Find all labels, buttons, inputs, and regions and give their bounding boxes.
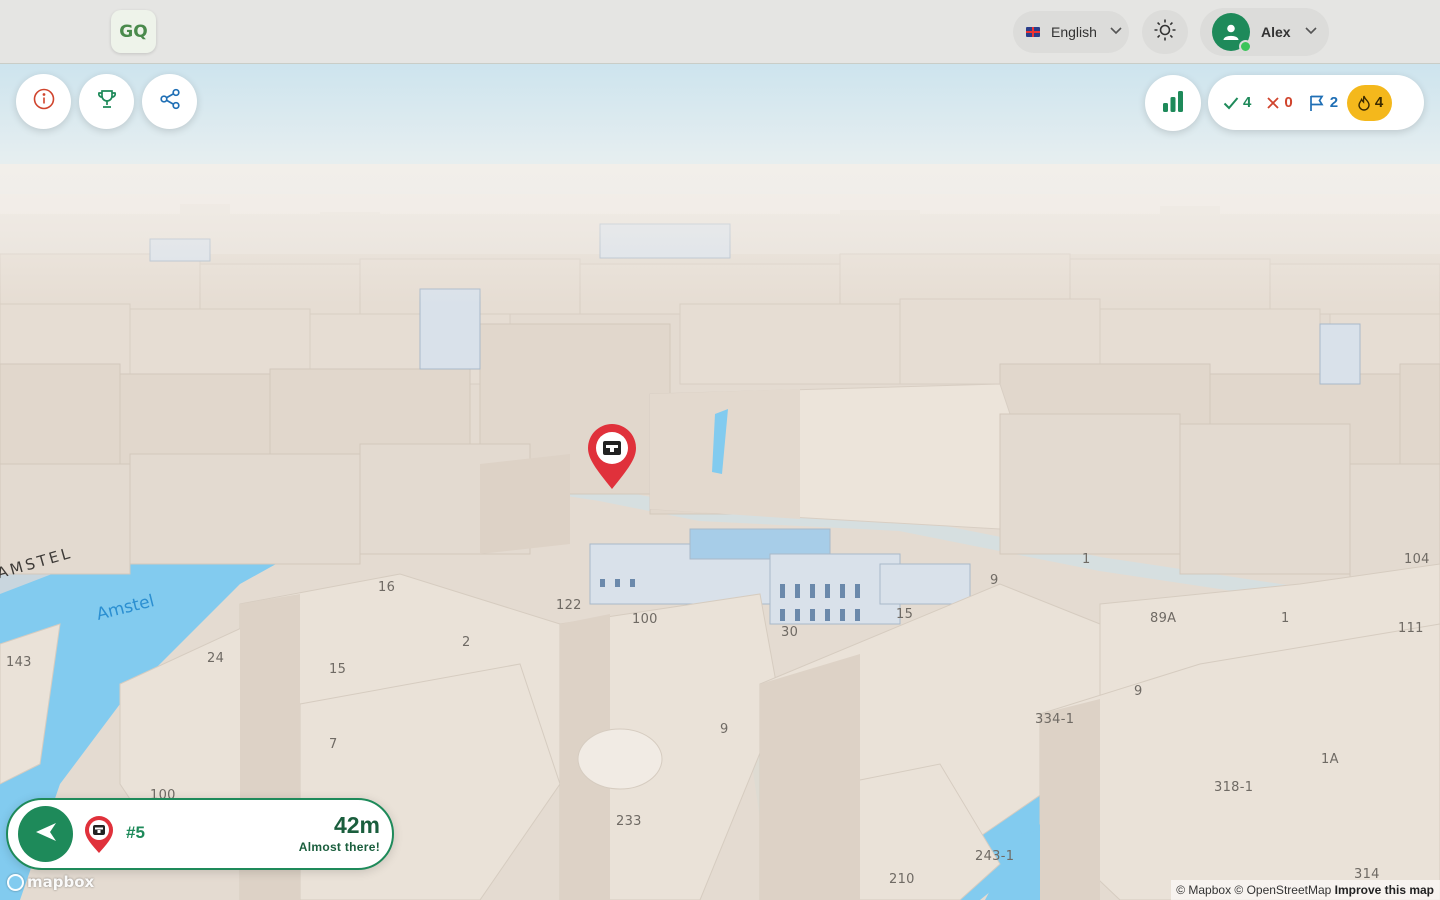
chevron-down-icon (1110, 26, 1122, 38)
streak-badge: 4 (1347, 84, 1393, 121)
house-number: 100 (632, 612, 658, 627)
house-number: 7 (329, 737, 338, 752)
theme-toggle-button[interactable] (1142, 10, 1188, 54)
share-icon (158, 87, 182, 116)
user-name: Alex (1261, 24, 1291, 40)
mapbox-icon (7, 873, 24, 891)
proximity-status: Almost there! (298, 840, 380, 854)
house-number: 9 (990, 573, 999, 588)
sun-icon (1153, 18, 1177, 47)
share-button[interactable] (142, 74, 197, 129)
avatar (1212, 13, 1252, 53)
check-icon (1223, 96, 1239, 109)
house-number: 334-1 (1035, 712, 1075, 727)
wrong-count: 0 (1266, 94, 1293, 111)
target-number: #5 (126, 823, 145, 842)
map-canvas[interactable]: AMSTEL Amstel 16 122 100 30 15 9 1 89A 1… (0, 64, 1440, 900)
cross-icon (1267, 96, 1279, 109)
logo-text: GQ (119, 21, 148, 42)
house-number: 243-1 (975, 849, 1015, 864)
wrong-value: 0 (1284, 94, 1293, 111)
house-number: 210 (889, 872, 915, 887)
house-number: 30 (781, 625, 799, 640)
house-number: 1 (1281, 611, 1290, 626)
user-icon (1223, 24, 1239, 40)
house-number: 15 (896, 607, 914, 622)
house-number: 1A (1321, 752, 1339, 767)
uk-flag-icon (1026, 27, 1040, 37)
flame-icon (1358, 95, 1370, 111)
attribution-text[interactable]: © Mapbox © OpenStreetMap (1176, 883, 1331, 897)
info-icon (32, 87, 56, 116)
flag-count: 2 (1308, 94, 1338, 112)
house-number: 111 (1398, 621, 1424, 636)
flag-icon (1309, 95, 1324, 111)
house-number: 318-1 (1214, 780, 1254, 795)
house-number: 9 (1134, 684, 1143, 699)
house-number: 233 (616, 814, 642, 829)
map-attribution: © Mapbox © OpenStreetMap Improve this ma… (1171, 880, 1440, 900)
house-number: 104 (1404, 552, 1430, 567)
house-number: 1 (1082, 552, 1091, 567)
stats-button[interactable] (1145, 75, 1201, 131)
top-header: GQ English Alex (0, 0, 1440, 64)
streak-value: 4 (1374, 94, 1384, 111)
navigation-arrow-icon (34, 821, 58, 848)
mapbox-logo[interactable]: mapbox (7, 873, 94, 891)
leaderboard-button[interactable] (79, 74, 134, 129)
user-menu[interactable]: Alex (1200, 8, 1329, 56)
mapbox-logo-text: mapbox (27, 873, 95, 891)
improve-map-link[interactable]: Improve this map (1335, 883, 1434, 897)
app-logo[interactable]: GQ (111, 10, 156, 53)
house-number: 122 (556, 598, 582, 613)
house-number: 15 (329, 662, 347, 677)
house-number: 16 (378, 580, 396, 595)
house-number: 24 (207, 651, 225, 666)
trophy-icon (95, 87, 119, 116)
language-selector[interactable]: English (1013, 11, 1129, 53)
house-number: 89A (1150, 611, 1177, 626)
correct-value: 4 (1243, 94, 1252, 111)
score-panel: 4 0 2 4 (1208, 75, 1424, 130)
treasure-pin-icon (84, 816, 114, 859)
target-info-card[interactable]: #5 42m Almost there! (6, 798, 394, 870)
online-status-dot (1239, 40, 1252, 53)
bar-chart-icon (1160, 90, 1186, 117)
flag-value: 2 (1329, 94, 1339, 111)
language-label: English (1051, 24, 1097, 40)
correct-count: 4 (1223, 94, 1251, 111)
house-number: 143 (6, 655, 32, 670)
navigate-button[interactable] (18, 806, 73, 862)
distance-value: 42m (333, 812, 380, 838)
chevron-down-icon (1305, 26, 1317, 38)
house-number: 9 (720, 722, 729, 737)
info-button[interactable] (16, 74, 71, 129)
map-layer (0, 64, 1440, 900)
house-number: 2 (462, 635, 471, 650)
